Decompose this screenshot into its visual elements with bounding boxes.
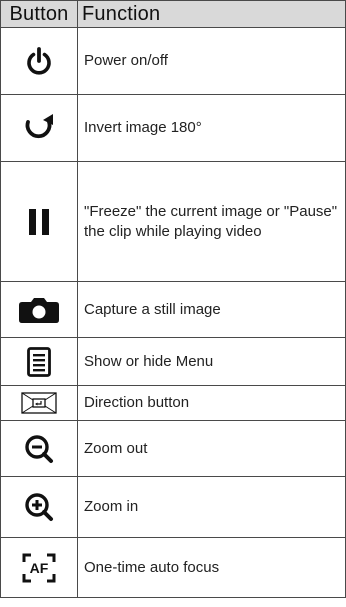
function-text: Direction button — [77, 385, 346, 421]
table-row: Invert image 180° — [0, 94, 346, 162]
icon-cell — [0, 337, 78, 386]
table-row: Zoom in — [0, 476, 346, 538]
header-button: Button — [0, 0, 78, 28]
menu-icon — [27, 346, 51, 377]
icon-cell — [0, 420, 78, 477]
function-text: Show or hide Menu — [77, 337, 346, 386]
icon-cell: AF — [0, 537, 78, 598]
icon-cell — [0, 27, 78, 95]
table-row: "Freeze" the current image or "Pause" th… — [0, 161, 346, 282]
function-text: Zoom out — [77, 420, 346, 477]
icon-cell — [0, 94, 78, 162]
table-row: Capture a still image — [0, 281, 346, 338]
header-function: Function — [77, 0, 346, 28]
icon-cell — [0, 476, 78, 538]
zoom-out-icon — [25, 434, 53, 463]
function-text: One-time auto focus — [77, 537, 346, 598]
function-text: "Freeze" the current image or "Pause" th… — [77, 161, 346, 282]
function-text: Power on/off — [77, 27, 346, 95]
direction-icon — [21, 392, 57, 414]
icon-cell — [0, 161, 78, 282]
table-header-row: Button Function — [0, 0, 346, 28]
table-row: Zoom out — [0, 420, 346, 477]
camera-icon — [19, 297, 59, 323]
icon-cell — [0, 281, 78, 338]
icon-cell — [0, 385, 78, 421]
table-row: Power on/off — [0, 27, 346, 95]
function-text: Capture a still image — [77, 281, 346, 338]
auto-focus-label: AF — [30, 560, 49, 576]
function-text: Invert image 180° — [77, 94, 346, 162]
pause-icon — [29, 208, 49, 235]
button-function-table: Button Function Power on/off Invert imag… — [0, 0, 346, 598]
power-icon — [27, 47, 51, 75]
rotate-icon — [25, 114, 53, 139]
auto-focus-icon: AF — [22, 553, 56, 582]
table-row: AF One-time auto focus — [0, 537, 346, 598]
table-row: Direction button — [0, 385, 346, 421]
function-text: Zoom in — [77, 476, 346, 538]
zoom-in-icon — [25, 493, 53, 521]
button-function-table-container: Button Function Power on/off Invert imag… — [0, 0, 346, 607]
table-row: Show or hide Menu — [0, 337, 346, 386]
